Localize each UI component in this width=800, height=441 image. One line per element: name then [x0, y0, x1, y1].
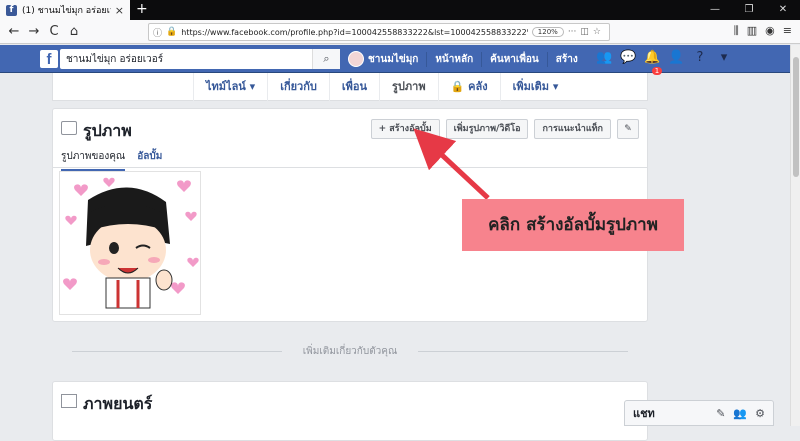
add-photo-video-button[interactable]: เพิ่มรูปภาพ/วิดีโอ [445, 119, 529, 139]
tag-suggestions-button[interactable]: การแนะนำแท็ก [534, 119, 611, 139]
film-icon [61, 394, 77, 408]
movies-card: ภาพยนตร์ [52, 381, 648, 441]
tab-photos[interactable]: รูปภาพ [379, 73, 438, 101]
minimize-button[interactable]: — [698, 0, 732, 20]
reload-button[interactable]: C [44, 24, 64, 39]
tab-friends[interactable]: เพื่อน [328, 73, 379, 101]
find-friends-link[interactable]: ค้นหาเพื่อน [481, 51, 547, 67]
chat-bar[interactable]: แชท ✎ 👥 ⚙ [624, 400, 774, 426]
more-actions-icon[interactable]: ··· [568, 27, 577, 37]
create-album-button[interactable]: + สร้างอัลบั้ม [370, 119, 440, 139]
tab-archive[interactable]: 🔒 คลัง [437, 73, 500, 101]
menu-icon[interactable]: ≡ [783, 24, 792, 38]
group-icon[interactable]: 👥 [733, 407, 747, 420]
photos-title: รูปภาพ [83, 121, 132, 140]
scrollbar[interactable] [790, 45, 800, 426]
avatar[interactable] [348, 51, 364, 67]
tab-title: (1) ชานมไข่มุก อร่อยเวอร์ [22, 6, 111, 16]
annotation-callout: คลิก สร้างอัลบั้มรูปภาพ [462, 199, 684, 251]
window-controls: — ❐ ✕ [698, 0, 800, 20]
photo-thumbnail[interactable] [59, 171, 201, 315]
url-bar[interactable]: ⓘ 🔒 https://www.facebook.com/profile.php… [148, 23, 610, 41]
gear-icon[interactable]: ⚙ [755, 407, 765, 420]
bookmark-star-icon[interactable]: ☆ [593, 27, 601, 37]
browser-toolbar: ← → C ⌂ ⓘ 🔒 https://www.facebook.com/pro… [0, 20, 800, 44]
more-about-you: เพิ่มเติมเกี่ยวกับตัวคุณ [52, 344, 648, 359]
facebook-favicon-icon: f [6, 4, 17, 16]
library-icon[interactable]: ⫼ [734, 24, 739, 38]
help-icon[interactable]: ? [692, 50, 708, 80]
zoom-level[interactable]: 120% [531, 27, 564, 37]
forward-button[interactable]: → [24, 24, 44, 39]
maruko-sticker-image [63, 177, 199, 309]
photos-icon [61, 121, 77, 135]
home-link[interactable]: หน้าหลัก [426, 51, 481, 67]
browser-tab-bar: f (1) ชานมไข่มุก อร่อยเวอร์ × + — ❐ ✕ [0, 0, 800, 20]
sidebar-icon[interactable]: ▥ [747, 24, 757, 38]
quick-help-icon[interactable]: 👤 [668, 50, 684, 80]
search-input[interactable]: ชานมไข่มุก อร่อยเวอร์ ⌕ [60, 49, 340, 69]
tab-more[interactable]: เพิ่มเติม ▾ [499, 73, 571, 101]
home-button[interactable]: ⌂ [64, 24, 84, 39]
account-icon[interactable]: ◉ [765, 24, 775, 38]
create-link[interactable]: สร้าง [546, 51, 586, 67]
lock-icon: 🔒 [166, 27, 178, 37]
compose-icon[interactable]: ✎ [716, 407, 725, 420]
pocket-icon[interactable]: ◫ [580, 27, 589, 37]
new-tab-button[interactable]: + [136, 1, 148, 17]
tab-about[interactable]: เกี่ยวกับ [267, 73, 329, 101]
scrollbar-thumb[interactable] [793, 57, 799, 177]
account-menu-chevron-icon[interactable]: ▾ [716, 50, 732, 80]
search-value: ชานมไข่มุก อร่อยเวอร์ [66, 53, 164, 65]
divider [53, 167, 647, 168]
browser-right-tools: ⫼ ▥ ◉ ≡ [734, 24, 792, 38]
header-nav: ชานมไข่มุก หน้าหลัก ค้นหาเพื่อน สร้าง [348, 49, 586, 69]
maximize-button[interactable]: ❐ [732, 0, 766, 20]
edit-pencil-icon[interactable]: ✎ [617, 119, 639, 139]
tab-timeline[interactable]: ไทม์ไลน์ ▾ [193, 73, 267, 101]
profile-nav: ไทม์ไลน์ ▾ เกี่ยวกับ เพื่อน รูปภาพ 🔒 คลั… [52, 73, 648, 101]
browser-tab[interactable]: f (1) ชานมไข่มุก อร่อยเวอร์ × [0, 0, 130, 20]
profile-name-link[interactable]: ชานมไข่มุก [368, 52, 426, 67]
notification-badge: 1 [651, 67, 663, 75]
back-button[interactable]: ← [4, 24, 24, 39]
search-icon[interactable]: ⌕ [312, 49, 340, 69]
chat-label: แชท [633, 407, 655, 420]
facebook-logo-icon[interactable]: f [40, 50, 58, 68]
movies-title: ภาพยนตร์ [83, 394, 153, 413]
info-icon[interactable]: ⓘ [153, 26, 162, 39]
close-window-button[interactable]: ✕ [766, 0, 800, 20]
tab-close-icon[interactable]: × [115, 4, 124, 17]
url-text[interactable]: https://www.facebook.com/profile.php?id=… [181, 28, 528, 37]
facebook-header: f ชานมไข่มุก อร่อยเวอร์ ⌕ ชานมไข่มุก หน้… [0, 45, 790, 75]
